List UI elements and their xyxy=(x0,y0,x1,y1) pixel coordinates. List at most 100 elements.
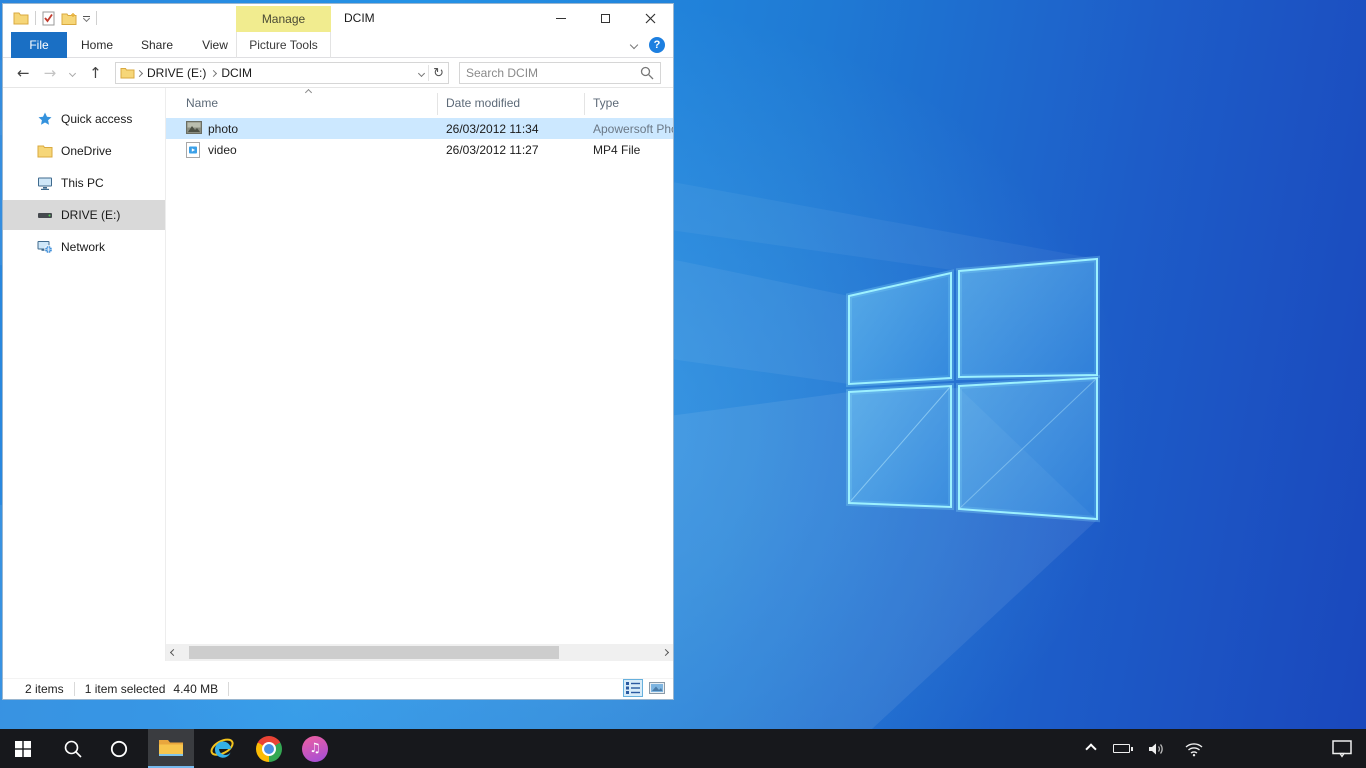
taskbar-search-button[interactable] xyxy=(50,729,96,768)
chrome-button[interactable] xyxy=(246,729,292,768)
sidebar-item-drive-e[interactable]: DRIVE (E:) xyxy=(3,200,165,230)
minimize-icon xyxy=(556,18,566,19)
view-toggles xyxy=(623,679,667,697)
internet-explorer-icon xyxy=(210,736,236,762)
photo-thumbnail-icon xyxy=(186,121,202,137)
separator xyxy=(428,65,429,81)
details-view-icon xyxy=(626,682,640,694)
file-row-video[interactable]: video 26/03/2012 11:27 MP4 File xyxy=(166,139,673,160)
sidebar-item-label: DRIVE (E:) xyxy=(61,208,120,222)
itunes-icon: ♫ xyxy=(302,736,328,762)
this-pc-icon xyxy=(37,176,53,191)
show-hidden-icons-button[interactable] xyxy=(1078,745,1104,753)
status-bar: 2 items 1 item selected 4.40 MB xyxy=(3,678,673,699)
ribbon-collapse-chevron-icon[interactable] xyxy=(630,41,638,49)
search-icon xyxy=(63,739,83,759)
column-header-date-modified[interactable]: Date modified xyxy=(446,96,520,110)
sidebar-item-onedrive[interactable]: OneDrive xyxy=(3,136,165,166)
thumbnails-view-button[interactable] xyxy=(647,679,667,697)
scroll-left-button[interactable] xyxy=(166,644,181,661)
forward-button[interactable]: → xyxy=(44,66,57,81)
wifi-status[interactable] xyxy=(1175,741,1213,757)
cortana-button[interactable] xyxy=(96,729,142,768)
file-type: Apowersoft Pho xyxy=(593,122,673,136)
refresh-icon[interactable]: ↻ xyxy=(433,66,444,81)
sidebar-item-label: Quick access xyxy=(61,112,132,126)
new-folder-icon[interactable] xyxy=(61,12,77,25)
file-explorer-window: Manage DCIM File Home Share View Picture… xyxy=(2,3,674,700)
itunes-button[interactable]: ♫ xyxy=(292,729,338,768)
action-center-button[interactable] xyxy=(1323,740,1366,758)
help-icon[interactable]: ? xyxy=(649,37,665,53)
sidebar-item-label: OneDrive xyxy=(61,144,112,158)
file-row-photo[interactable]: photo 26/03/2012 11:34 Apowersoft Pho xyxy=(166,118,673,139)
customize-chevron-icon[interactable] xyxy=(83,16,90,21)
onedrive-folder-icon xyxy=(37,144,53,158)
up-button[interactable]: ↑ xyxy=(89,66,102,81)
explorer-folder-icon xyxy=(13,11,29,25)
sidebar-item-quick-access[interactable]: Quick access xyxy=(3,104,165,134)
tab-view[interactable]: View xyxy=(187,32,243,58)
taskbar-file-explorer-button[interactable] xyxy=(148,729,194,768)
search-input[interactable] xyxy=(466,66,640,80)
column-header-type[interactable]: Type xyxy=(593,96,619,110)
file-name: video xyxy=(208,143,237,157)
breadcrumb-segment-drive[interactable]: DRIVE (E:) xyxy=(144,66,209,80)
action-center-icon xyxy=(1332,740,1352,758)
sidebar-item-label: Network xyxy=(61,240,105,254)
sidebar-item-label: This PC xyxy=(61,176,104,190)
contextual-group-manage[interactable]: Manage xyxy=(236,6,331,32)
explorer-content: Quick access OneDrive This PC DRIVE (E:)… xyxy=(3,88,673,661)
navigation-pane: Quick access OneDrive This PC DRIVE (E:)… xyxy=(3,88,166,661)
sidebar-item-network[interactable]: Network xyxy=(3,232,165,262)
scrollbar-track[interactable] xyxy=(181,644,658,661)
cortana-circle-icon xyxy=(109,739,129,759)
search-box[interactable] xyxy=(459,62,661,84)
details-view-button[interactable] xyxy=(623,679,643,697)
taskbar: ♫ xyxy=(0,729,1366,768)
battery-status[interactable] xyxy=(1104,744,1139,753)
minimize-button[interactable] xyxy=(538,4,583,33)
maximize-button[interactable] xyxy=(583,4,628,33)
search-icon[interactable] xyxy=(640,66,654,80)
title-bar: Manage DCIM xyxy=(3,4,673,32)
properties-icon[interactable] xyxy=(42,11,55,26)
selection-summary: 1 item selected xyxy=(85,682,166,696)
selection-size: 4.40 MB xyxy=(173,682,218,696)
volume-control[interactable] xyxy=(1139,741,1175,757)
file-name: photo xyxy=(208,122,238,136)
folder-icon xyxy=(120,67,135,79)
scrollbar-thumb[interactable] xyxy=(189,646,559,659)
address-dropdown-chevron-icon[interactable] xyxy=(418,69,425,76)
address-bar[interactable]: DRIVE (E:) DCIM ↻ xyxy=(115,62,449,84)
separator xyxy=(96,11,97,25)
ribbon-tabs: File Home Share View Picture Tools ? xyxy=(3,32,673,58)
column-header-name[interactable]: Name xyxy=(186,96,218,110)
close-button[interactable] xyxy=(628,4,673,33)
column-divider[interactable] xyxy=(584,93,585,115)
chevron-up-icon xyxy=(1085,743,1096,754)
internet-explorer-button[interactable] xyxy=(200,729,246,768)
tab-picture-tools[interactable]: Picture Tools xyxy=(236,32,331,58)
file-list-area: Name Date modified Type photo 26/03/2012… xyxy=(166,88,673,661)
tab-home[interactable]: Home xyxy=(67,32,127,58)
window-title: DCIM xyxy=(344,4,375,32)
start-button[interactable] xyxy=(0,729,46,768)
column-divider[interactable] xyxy=(437,93,438,115)
address-bar-row: ← → ↑ DRIVE (E:) DCIM ↻ xyxy=(3,58,673,88)
breadcrumb-segment-dcim[interactable]: DCIM xyxy=(218,66,255,80)
tab-share[interactable]: Share xyxy=(127,32,187,58)
scroll-right-button[interactable] xyxy=(658,644,673,661)
horizontal-scrollbar[interactable] xyxy=(166,644,673,661)
separator xyxy=(228,682,229,696)
sidebar-item-this-pc[interactable]: This PC xyxy=(3,168,165,198)
windows-logo-icon xyxy=(15,741,31,757)
back-button[interactable]: ← xyxy=(17,66,30,81)
tab-file[interactable]: File xyxy=(11,32,67,58)
file-date-modified: 26/03/2012 11:27 xyxy=(446,143,539,157)
item-count: 2 items xyxy=(25,682,64,696)
manage-label: Manage xyxy=(262,12,305,26)
recent-locations-chevron-icon[interactable] xyxy=(69,69,76,76)
file-date-modified: 26/03/2012 11:34 xyxy=(446,122,539,136)
breadcrumb-separator-icon xyxy=(136,69,143,76)
